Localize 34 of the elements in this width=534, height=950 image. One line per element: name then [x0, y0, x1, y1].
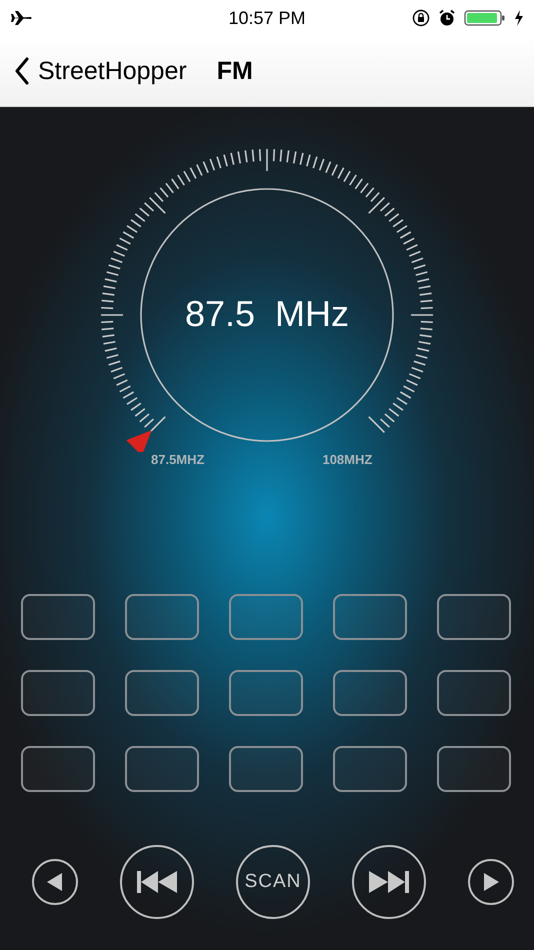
left-triangle-icon — [47, 873, 63, 891]
rotation-lock-icon — [412, 9, 430, 27]
preset-button[interactable] — [333, 670, 407, 716]
previous-button[interactable] — [32, 859, 78, 905]
preset-button[interactable] — [125, 670, 199, 716]
preset-button[interactable] — [21, 670, 95, 716]
preset-button[interactable] — [21, 594, 95, 640]
screen-title: FM — [216, 56, 253, 86]
preset-button[interactable] — [229, 746, 303, 792]
preset-button[interactable] — [437, 746, 511, 792]
max-frequency-label: 108MHZ — [322, 452, 372, 469]
seek-back-button[interactable] — [120, 845, 194, 919]
preset-button[interactable] — [125, 746, 199, 792]
next-button[interactable] — [468, 859, 514, 905]
alarm-icon — [438, 9, 456, 27]
preset-button[interactable] — [437, 670, 511, 716]
back-chevron-icon — [14, 57, 30, 85]
preset-button[interactable] — [333, 746, 407, 792]
right-triangle-icon — [483, 873, 499, 891]
preset-button[interactable] — [229, 670, 303, 716]
seek-forward-button[interactable] — [352, 845, 426, 919]
battery-icon — [464, 9, 506, 27]
airplane-icon — [10, 10, 32, 26]
skip-back-icon — [137, 871, 177, 893]
preset-button[interactable] — [333, 594, 407, 640]
charging-bolt-icon — [514, 10, 524, 26]
frequency-readout: 87.5 MHz — [184, 293, 350, 335]
min-frequency-label: 87.5MHZ — [151, 452, 204, 469]
status-time: 10:57 PM — [228, 8, 306, 28]
preset-button[interactable] — [21, 746, 95, 792]
scan-button[interactable]: SCAN — [236, 845, 310, 919]
skip-forward-icon — [369, 871, 409, 893]
preset-button[interactable] — [437, 594, 511, 640]
preset-button[interactable] — [125, 594, 199, 640]
